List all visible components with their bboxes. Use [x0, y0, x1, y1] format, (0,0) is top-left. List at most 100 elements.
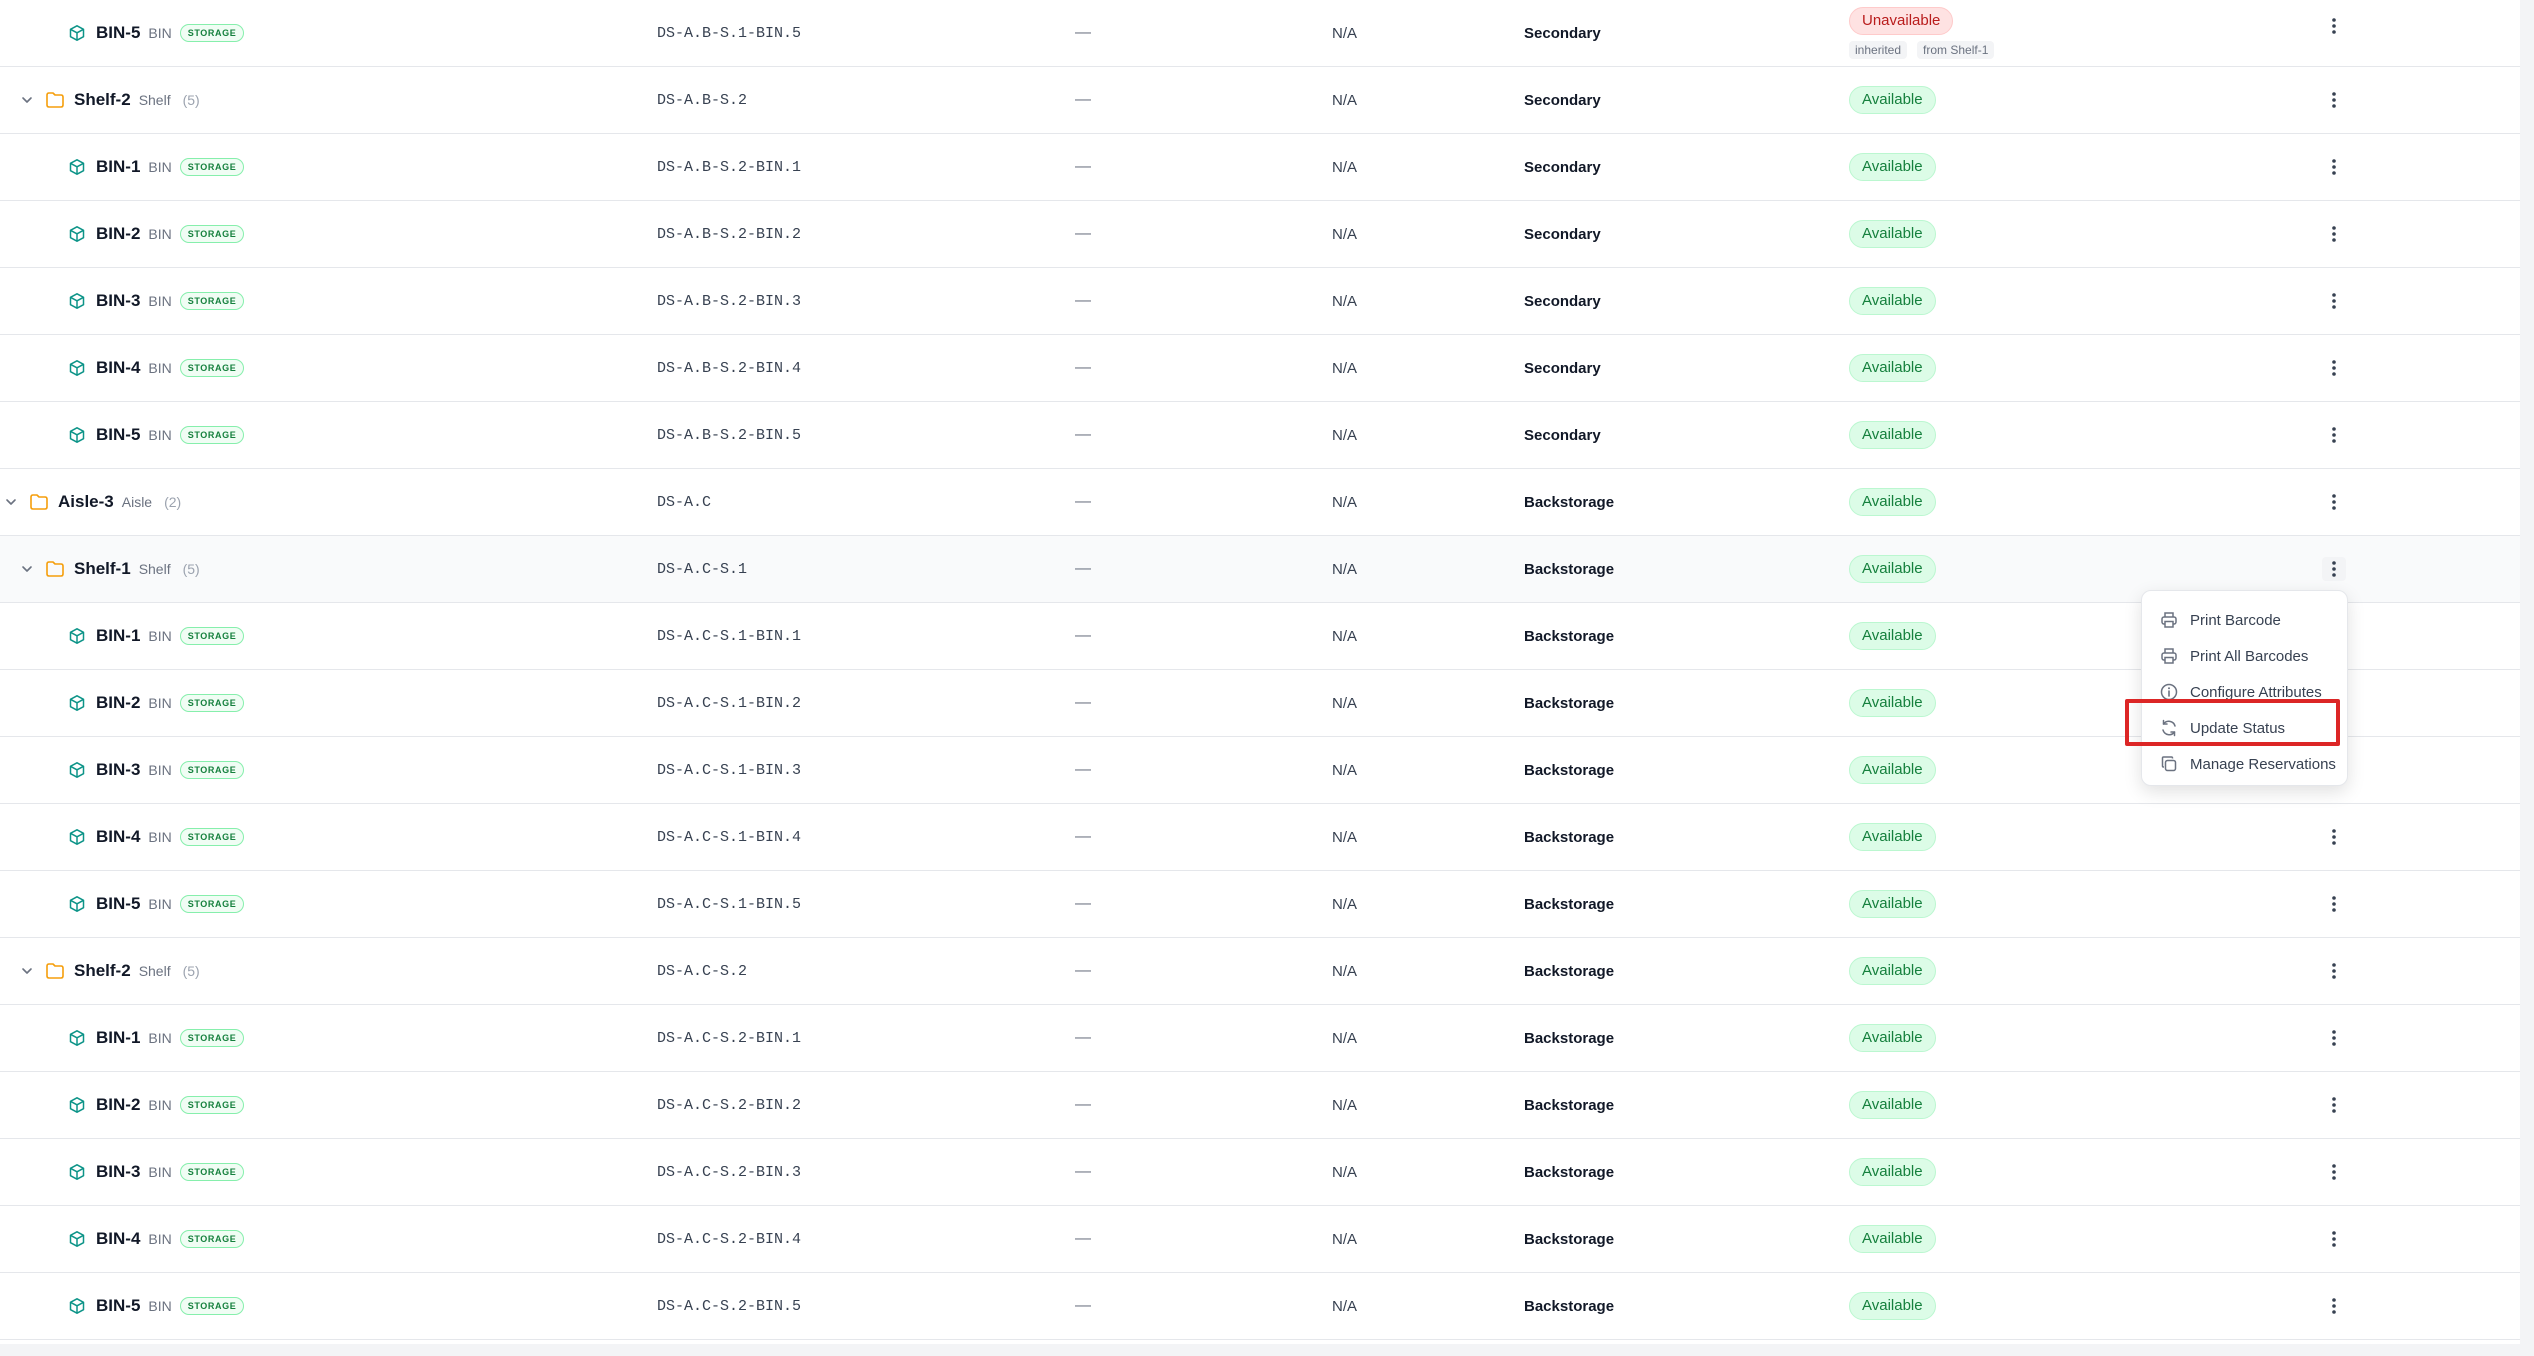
table-row[interactable]: Shelf-1 Shelf (5) DS-A.C-S.1 — N/A Backstorage…: [0, 536, 2520, 603]
vertical-scrollbar[interactable]: [2520, 0, 2534, 1356]
table-row[interactable]: BIN-2 BIN STORAGE DS-A.C-S.2-BIN.2 — N/A Backs…: [0, 1072, 2520, 1139]
location-name[interactable]: BIN-2: [96, 1095, 140, 1115]
table-row[interactable]: BIN-4 BIN STORAGE DS-A.C-S.1-BIN.4 — N/A Backs…: [0, 804, 2520, 871]
storage-badge: STORAGE: [179, 627, 245, 645]
table-row[interactable]: BIN-2 BIN STORAGE DS-A.B-S.2-BIN.2 — N/A Secon…: [0, 201, 2520, 268]
table-row[interactable]: BIN-1 BIN STORAGE DS-A.B-S.2-BIN.1 — N/A Secon…: [0, 134, 2520, 201]
more-actions-icon[interactable]: [2322, 557, 2346, 581]
more-actions-icon[interactable]: [2322, 490, 2346, 514]
status-tag: inherited: [1849, 41, 1908, 59]
location-name[interactable]: BIN-5: [96, 894, 140, 914]
more-actions-icon[interactable]: [2322, 222, 2346, 246]
table-row[interactable]: Shelf-2 Shelf (5) DS-A.B-S.2 — N/A Secondary Av…: [0, 67, 2520, 134]
location-name[interactable]: BIN-3: [96, 760, 140, 780]
box-icon: [66, 357, 88, 379]
location-name[interactable]: BIN-5: [96, 1296, 140, 1316]
location-name[interactable]: BIN-4: [96, 358, 140, 378]
more-actions-icon[interactable]: [2322, 356, 2346, 380]
table-row[interactable]: BIN-5 BIN STORAGE DS-A.B-S.1-BIN.5 — N/A Secon…: [0, 0, 2520, 67]
actions-cell: [2322, 804, 2346, 870]
horizontal-scrollbar[interactable]: [0, 1344, 2520, 1356]
status-badge: Available: [1849, 890, 1936, 918]
table-row[interactable]: BIN-4 BIN STORAGE DS-A.C-S.2-BIN.4 — N/A Backs…: [0, 1206, 2520, 1273]
empty-value: —: [1075, 828, 1091, 845]
capacity-value: N/A: [1332, 560, 1358, 578]
more-actions-icon[interactable]: [2322, 289, 2346, 313]
chevron-down-icon[interactable]: [16, 960, 38, 982]
table-row[interactable]: BIN-5 BIN STORAGE DS-A.C-S.1-BIN.5 — N/A Backs…: [0, 871, 2520, 938]
status-cell: Available: [1849, 603, 1936, 669]
more-actions-icon[interactable]: [2322, 892, 2346, 916]
box-icon: [66, 893, 88, 915]
status-cell: Available: [1849, 938, 1936, 1004]
location-type: BIN: [148, 427, 172, 443]
location-name[interactable]: Aisle-3: [58, 492, 114, 512]
actions-cell: [2322, 938, 2346, 1004]
location-code: DS-A.B-S.2-BIN.3: [657, 292, 802, 310]
location-name[interactable]: BIN-1: [96, 626, 140, 646]
location-name[interactable]: BIN-1: [96, 1028, 140, 1048]
name-cell: BIN-1 BIN STORAGE: [66, 134, 245, 200]
zone-value: Secondary: [1524, 426, 1601, 444]
location-name[interactable]: BIN-3: [96, 291, 140, 311]
capacity-value: N/A: [1332, 426, 1358, 444]
name-cell: BIN-1 BIN STORAGE: [66, 1005, 245, 1071]
more-actions-icon[interactable]: [2322, 1294, 2346, 1318]
status-cell: Available: [1849, 804, 1936, 870]
menu-item-configure-attributes[interactable]: Configure Attributes: [2158, 677, 2322, 707]
location-name[interactable]: Shelf-1: [74, 559, 131, 579]
menu-item-manage-reservations[interactable]: Manage Reservations: [2158, 749, 2336, 779]
zone-value: Backstorage: [1524, 761, 1615, 779]
more-actions-icon[interactable]: [2322, 88, 2346, 112]
storage-badge: STORAGE: [179, 359, 245, 377]
location-name[interactable]: Shelf-2: [74, 90, 131, 110]
table-row[interactable]: BIN-1 BIN STORAGE DS-A.C-S.2-BIN.1 — N/A Backs…: [0, 1005, 2520, 1072]
child-count: (5): [182, 963, 200, 979]
table-row[interactable]: Shelf-2 Shelf (5) DS-A.C-S.2 — N/A Backstorage…: [0, 938, 2520, 1005]
box-icon: [66, 625, 88, 647]
status-badge: Available: [1849, 1024, 1936, 1052]
more-actions-icon[interactable]: [2322, 1093, 2346, 1117]
location-name[interactable]: Shelf-2: [74, 961, 131, 981]
location-name[interactable]: BIN-1: [96, 157, 140, 177]
more-actions-icon[interactable]: [2322, 1160, 2346, 1184]
location-name[interactable]: BIN-3: [96, 1162, 140, 1182]
menu-item-update-status[interactable]: Update Status: [2158, 713, 2285, 743]
location-name[interactable]: BIN-2: [96, 224, 140, 244]
location-name[interactable]: BIN-4: [96, 827, 140, 847]
chevron-down-icon[interactable]: [16, 89, 38, 111]
table-row[interactable]: BIN-5 BIN STORAGE DS-A.C-S.2-BIN.5 — N/A Backs…: [0, 1273, 2520, 1340]
storage-badge: STORAGE: [179, 24, 245, 42]
location-code: DS-A.B-S.2-BIN.4: [657, 359, 802, 377]
location-name[interactable]: BIN-5: [96, 425, 140, 445]
table-row[interactable]: BIN-5 BIN STORAGE DS-A.B-S.2-BIN.5 — N/A Secon…: [0, 402, 2520, 469]
menu-item-print-all-barcodes[interactable]: Print All Barcodes: [2158, 641, 2308, 671]
chevron-down-icon[interactable]: [16, 558, 38, 580]
more-actions-icon[interactable]: [2322, 423, 2346, 447]
location-name[interactable]: BIN-2: [96, 693, 140, 713]
location-name[interactable]: BIN-5: [96, 23, 140, 43]
table-row[interactable]: BIN-3 BIN STORAGE DS-A.B-S.2-BIN.3 — N/A Secon…: [0, 268, 2520, 335]
more-actions-icon[interactable]: [2322, 155, 2346, 179]
chevron-down-icon[interactable]: [0, 491, 22, 513]
table-row[interactable]: BIN-4 BIN STORAGE DS-A.B-S.2-BIN.4 — N/A Secon…: [0, 335, 2520, 402]
location-type: BIN: [148, 1030, 172, 1046]
status-cell: Available: [1849, 335, 1936, 401]
table-row[interactable]: BIN-3 BIN STORAGE DS-A.C-S.2-BIN.3 — N/A Backs…: [0, 1139, 2520, 1206]
box-icon: [66, 1027, 88, 1049]
name-cell: BIN-4 BIN STORAGE: [66, 804, 245, 870]
location-code: DS-A.C-S.2-BIN.2: [657, 1096, 802, 1114]
more-actions-icon[interactable]: [2322, 1026, 2346, 1050]
capacity-value: N/A: [1332, 24, 1358, 42]
zone-value: Secondary: [1524, 292, 1601, 310]
more-actions-icon[interactable]: [2322, 959, 2346, 983]
more-actions-icon[interactable]: [2322, 1227, 2346, 1251]
location-name[interactable]: BIN-4: [96, 1229, 140, 1249]
menu-item-print-barcode[interactable]: Print Barcode: [2158, 605, 2281, 635]
storage-badge: STORAGE: [179, 1096, 245, 1114]
table-row[interactable]: Aisle-3 Aisle (2) DS-A.C — N/A Backstorage Avai…: [0, 469, 2520, 536]
status-cell: Available: [1849, 67, 1936, 133]
more-actions-icon[interactable]: [2322, 825, 2346, 849]
more-actions-icon[interactable]: [2322, 14, 2346, 38]
empty-value: —: [1075, 1096, 1091, 1113]
